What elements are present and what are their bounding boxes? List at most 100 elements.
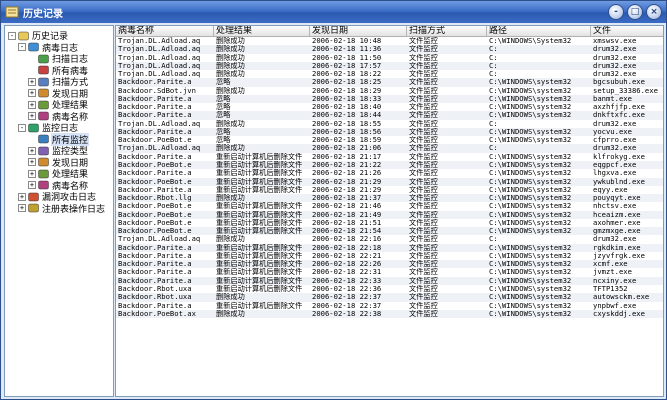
maximize-button[interactable]: □ xyxy=(627,4,643,20)
virus-name-icon xyxy=(38,181,49,190)
table-row[interactable]: Backdoor.Parite.a 忽略 2006-02-18 18:33 文件监控 C… xyxy=(116,94,663,104)
table-row[interactable]: Trojan.DL.Adload.aq 删除成功 2006-02-18 11:50 文… xyxy=(116,53,663,62)
expand-icon[interactable]: + xyxy=(28,169,36,178)
table-row[interactable]: Backdoor.Parite.a 重新启动计算机后删除文件 2006-02-18 … xyxy=(116,169,663,178)
table-row[interactable]: Backdoor.Rbot.llg 删除成功 2006-02-18 21:37 文件监… xyxy=(116,194,663,203)
table-cell: 2006-02-18 21:06 xyxy=(312,144,382,153)
table-row[interactable]: Backdoor.Rbot.uxa 重新启动计算机后删除文件 2006-02-18 … xyxy=(116,284,663,293)
registry-log-icon xyxy=(28,204,39,213)
collapse-icon[interactable]: - xyxy=(8,31,16,40)
table-cell: dnkftxfc.exe xyxy=(593,111,645,120)
table-cell: Backdoor.Parite.a xyxy=(118,94,192,103)
table-cell: 删除成功 xyxy=(216,86,245,95)
table-row[interactable]: Backdoor.SdBot.jvn 删除成功 2006-02-18 18:29 文件… xyxy=(116,86,663,95)
table-cell: 2006-02-18 22:31 xyxy=(312,268,382,277)
close-button[interactable]: × xyxy=(646,4,662,20)
table-row[interactable]: Trojan.DL.Adload.aq 删除成功 2006-02-18 18:22 文… xyxy=(116,70,663,79)
table-cell: 2006-02-18 21:46 xyxy=(312,202,382,211)
table-cell: 重新启动计算机后删除文件 xyxy=(216,152,303,161)
table-cell: 2006-02-18 21:37 xyxy=(312,194,382,203)
column-header-scan-mode[interactable]: 扫描方式 xyxy=(407,26,487,37)
table-cell: nhctsv.exe xyxy=(593,202,637,211)
table-cell: 文件监控 xyxy=(409,111,438,120)
table-cell: C: xyxy=(489,53,498,62)
table-cell: 忽略 xyxy=(216,127,231,136)
table-cell: 重新启动计算机后删除文件 xyxy=(216,251,303,260)
table-cell: 2006-02-18 21:22 xyxy=(312,160,382,169)
log-tree-pane[interactable]: - 历史记录 - 病毒日志 扫描日志 所有病毒 + 扫描方式 + 发现日期 + 处理结果 + 病毒名称 - 监… xyxy=(4,25,114,397)
column-header-date[interactable]: 发现日期 xyxy=(310,26,407,37)
table-row[interactable]: Backdoor.PoeBot.e 重新启动计算机后删除文件 2006-02-18 … xyxy=(116,177,663,186)
table-row[interactable]: Backdoor.Parite.a 重新启动计算机后删除文件 2006-02-18 … xyxy=(116,276,663,285)
table-cell: xcmf.exe xyxy=(593,260,628,269)
column-header-virus-name[interactable]: 病毒名称 xyxy=(116,26,214,37)
table-cell: C:\WINDOWS\system32 xyxy=(489,111,572,120)
table-cell: 2006-02-18 10:48 xyxy=(312,37,382,45)
table-cell: 文件监控 xyxy=(409,260,438,269)
expand-icon[interactable]: + xyxy=(18,204,26,213)
title-bar[interactable]: 历史记录 - □ × xyxy=(1,1,666,23)
table-row[interactable]: Backdoor.PoeBot.e 重新启动计算机后删除文件 2006-02-18 … xyxy=(116,160,663,170)
table-cell: Backdoor.PoeBot.e xyxy=(118,136,192,145)
table-row[interactable]: Trojan.DL.Adload.aq 删除成功 2006-02-18 18:55 文… xyxy=(116,119,663,128)
table-cell: Backdoor.Parite.a xyxy=(118,111,192,120)
table-cell: 2006-02-18 18:44 xyxy=(312,111,382,120)
table-cell: Trojan.DL.Adload.aq xyxy=(118,70,201,79)
table-cell: 2006-02-18 22:36 xyxy=(312,284,382,293)
table-row[interactable]: Backdoor.Parite.a 忽略 2006-02-18 18:56 文件监控 C… xyxy=(116,127,663,137)
table-cell: Backdoor.Parite.a xyxy=(118,260,192,269)
table-row[interactable]: Trojan.DL.Adload.aq 删除成功 2006-02-18 11:36 文… xyxy=(116,45,663,54)
table-cell: 忽略 xyxy=(216,111,231,120)
table-cell: drum32.exe xyxy=(593,70,637,79)
table-cell: 文件监控 xyxy=(409,284,438,293)
table-row[interactable]: Backdoor.PoeBot.e 重新启动计算机后删除文件 2006-02-18 … xyxy=(116,219,663,227)
table-cell: 文件监控 xyxy=(409,169,438,178)
log-table-pane[interactable]: 病毒名称 处理结果 发现日期 扫描方式 路径 文件 Trojan.DL.Adlo… xyxy=(115,25,664,397)
column-header-file[interactable]: 文件 xyxy=(591,26,663,37)
table-row[interactable]: Trojan.DL.Adload.aq 删除成功 2006-02-18 17:57 文… xyxy=(116,61,663,71)
table-row[interactable]: Backdoor.Parite.a 忽略 2006-02-18 18:25 文件监控 C… xyxy=(116,78,663,87)
table-row[interactable]: Trojan.DL.Adload.aq 删除成功 2006-02-18 21:06 文… xyxy=(116,144,663,153)
tree-item[interactable]: + 注册表操作日志 xyxy=(18,203,106,215)
table-cell: Backdoor.SdBot.jvn xyxy=(118,86,196,95)
expand-icon[interactable]: + xyxy=(28,89,36,98)
column-header-path[interactable]: 路径 xyxy=(487,26,591,37)
table-cell: C:\WINDOWS\system32 xyxy=(489,94,572,103)
table-row[interactable]: Backdoor.Parite.a 忽略 2006-02-18 18:40 文件监控 C… xyxy=(116,103,663,112)
table-row[interactable]: Backdoor.Parite.a 重新启动计算机后删除文件 2006-02-18 … xyxy=(116,302,663,310)
table-row[interactable]: Backdoor.Parite.a 重新启动计算机后删除文件 2006-02-18 … xyxy=(116,260,663,269)
table-row[interactable]: Backdoor.Parite.a 重新启动计算机后删除文件 2006-02-18 … xyxy=(116,152,663,161)
table-row[interactable]: Trojan.DL.Adload.aq 删除成功 2006-02-18 10:48 文… xyxy=(116,37,663,45)
expand-icon[interactable]: + xyxy=(28,112,36,121)
table-row[interactable]: Backdoor.PoeBot.e 重新启动计算机后删除文件 2006-02-18 … xyxy=(116,227,663,236)
table-cell: 重新启动计算机后删除文件 xyxy=(216,227,303,236)
table-row[interactable]: Backdoor.PoeBot.ax 删除成功 2006-02-18 22:38 文件… xyxy=(116,309,663,319)
table-row[interactable]: Backdoor.PoeBot.e 重新启动计算机后删除文件 2006-02-18 … xyxy=(116,202,663,211)
expand-icon[interactable]: + xyxy=(28,146,36,155)
table-cell: 2006-02-18 18:22 xyxy=(312,70,382,79)
column-header-result[interactable]: 处理结果 xyxy=(214,26,310,37)
table-row[interactable]: Backdoor.PoeBot.e 重新启动计算机后删除文件 2006-02-18 … xyxy=(116,210,663,219)
minimize-button[interactable]: - xyxy=(608,4,624,20)
table-row[interactable]: Backdoor.Parite.a 重新启动计算机后删除文件 2006-02-18 … xyxy=(116,268,663,277)
expand-icon[interactable]: + xyxy=(28,181,36,190)
table-cell: C: xyxy=(489,144,498,153)
table-row[interactable]: Backdoor.Parite.a 重新启动计算机后删除文件 2006-02-18 … xyxy=(116,251,663,260)
window-controls: - □ × xyxy=(608,4,662,20)
expand-icon[interactable]: + xyxy=(28,100,36,109)
collapse-icon[interactable]: - xyxy=(18,123,26,132)
expand-icon[interactable]: + xyxy=(28,77,36,86)
collapse-icon[interactable]: - xyxy=(18,43,26,52)
table-cell: drum32.exe xyxy=(593,119,637,128)
table-row[interactable]: Backdoor.Parite.a 重新启动计算机后删除文件 2006-02-18 … xyxy=(116,243,663,252)
table-row[interactable]: Backdoor.PoeBot.e 忽略 2006-02-18 18:59 文件监控 C… xyxy=(116,136,663,145)
table-row[interactable]: Trojan.DL.Adload.aq 删除成功 2006-02-18 22:16 文… xyxy=(116,235,663,243)
calendar-icon xyxy=(38,158,49,167)
expand-icon[interactable]: + xyxy=(18,192,26,201)
table-row[interactable]: Backdoor.Parite.a 忽略 2006-02-18 18:44 文件监控 C… xyxy=(116,111,663,120)
table-cell: jzyvfrgk.exe xyxy=(593,251,645,260)
table-row[interactable]: Backdoor.Parite.a 重新启动计算机后删除文件 2006-02-18 … xyxy=(116,186,663,194)
expand-icon[interactable]: + xyxy=(28,158,36,167)
table-cell: C:\WINDOWS\system32 xyxy=(489,103,572,112)
table-row[interactable]: Backdoor.Rbot.uxa 删除成功 2006-02-18 22:37 文件监… xyxy=(116,293,663,302)
